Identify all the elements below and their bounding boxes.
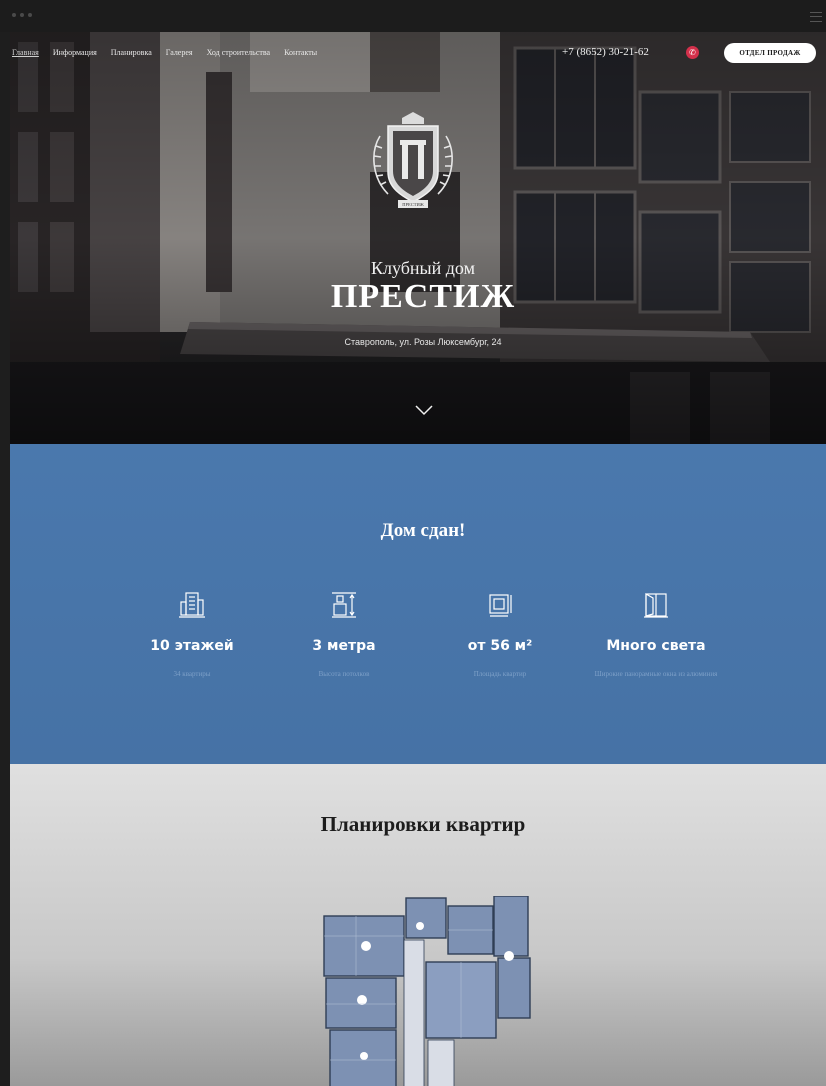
feature-value: 10 этажей	[150, 638, 234, 654]
feature-desc: Площадь квартир	[473, 670, 527, 678]
status-section: Дом сдан! 10 этажей 34 квартиры 3 метра …	[10, 444, 826, 764]
floor-plan-image[interactable]	[316, 896, 532, 1086]
chevron-down-icon[interactable]	[414, 404, 434, 416]
feature-value: 3 метра	[312, 638, 376, 654]
feature-floors: 10 этажей 34 квартиры	[122, 590, 262, 680]
nav-item-construction[interactable]: Ход строительства	[207, 48, 271, 57]
feature-desc: Высота потолков	[318, 670, 370, 678]
section-title: Планировки квартир	[320, 812, 526, 836]
hero-address: Ставрополь, ул. Розы Люксембург, 24	[344, 337, 502, 347]
feature-ceiling: 3 метра Высота потолков	[274, 590, 414, 680]
plans-section: Планировки квартир	[10, 764, 826, 1086]
nav-item-home[interactable]: Главная	[12, 48, 39, 57]
window-icon	[644, 592, 668, 618]
nav-item-contacts[interactable]: Контакты	[284, 48, 317, 57]
building-icon	[179, 592, 205, 618]
window-controls[interactable]	[12, 13, 32, 17]
browser-frame: Главная Информация Планировка Галерея Хо…	[0, 0, 826, 1086]
nav-item-layout[interactable]: Планировка	[111, 48, 152, 57]
logo-text: ПРЕСТИЖ	[402, 202, 425, 207]
nav-item-info[interactable]: Информация	[53, 48, 97, 57]
feature-desc: 34 квартиры	[173, 670, 211, 678]
main-nav: Главная Информация Планировка Галерея Хо…	[12, 48, 317, 57]
feature-light: Много света Широкие панорамные окна из а…	[586, 590, 726, 680]
building-photo	[10, 32, 826, 444]
hamburger-icon[interactable]	[810, 12, 822, 22]
feature-desc: Широкие панорамные окна из алюминия	[594, 670, 718, 678]
phone-icon[interactable]: ✆	[686, 46, 699, 59]
feature-value: от 56 м²	[467, 638, 533, 654]
sales-department-button[interactable]: ОТДЕЛ ПРОДАЖ	[724, 43, 816, 63]
phone-number[interactable]: +7 (8652) 30-21-62	[562, 46, 649, 58]
hero-section: Главная Информация Планировка Галерея Хо…	[10, 32, 826, 444]
feature-area: от 56 м² Площадь квартир	[430, 590, 570, 680]
section-title: Дом сдан!	[380, 520, 466, 541]
hero-subtitle: Клубный дом	[371, 258, 475, 278]
feature-value: Много света	[606, 638, 706, 654]
logo-emblem: ПРЕСТИЖ	[373, 112, 453, 208]
nav-item-gallery[interactable]: Галерея	[166, 48, 193, 57]
page: Главная Информация Планировка Галерея Хо…	[10, 32, 826, 1086]
hero-title: ПРЕСТИЖ	[330, 278, 516, 315]
floor-area-icon	[489, 594, 512, 617]
ceiling-height-icon	[332, 592, 356, 618]
window-chrome	[0, 0, 826, 32]
